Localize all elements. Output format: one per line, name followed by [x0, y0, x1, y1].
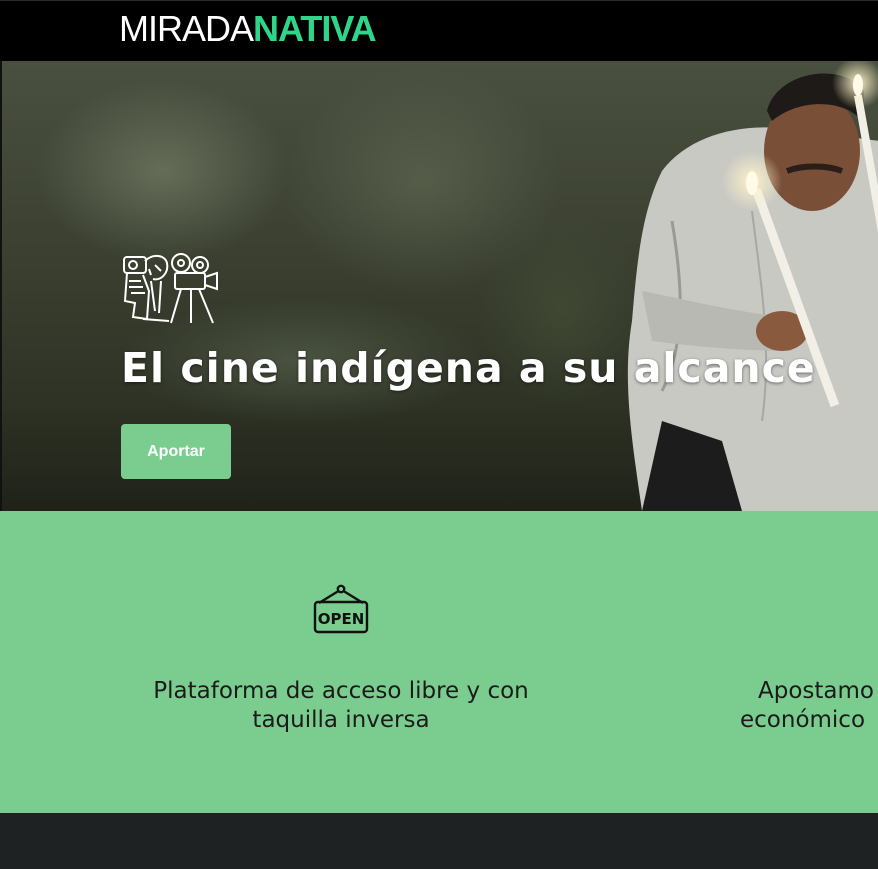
- feature-line: taquilla inversa: [252, 707, 430, 733]
- feature-line: económico: [740, 707, 866, 733]
- feature-support: Apostamo económico: [740, 511, 878, 813]
- hero-section: El cine indígena a su alcance Aportar: [0, 61, 878, 511]
- footer-section: [0, 813, 878, 869]
- feature-line: Apostamo: [758, 678, 874, 704]
- hero-content: El cine indígena a su alcance Aportar: [121, 61, 841, 511]
- site-logo[interactable]: MIRADANATIVA: [119, 8, 377, 49]
- logo-part-nativa: NATIVA: [253, 8, 377, 49]
- hero-title: El cine indígena a su alcance: [121, 344, 816, 392]
- features-section: OPEN Plataforma de acceso libre y con ta…: [0, 511, 878, 813]
- site-header: MIRADANATIVA: [0, 0, 878, 61]
- feature-text-open-access: Plataforma de acceso libre y con taquill…: [131, 677, 551, 735]
- camera-glyph-emblem-icon: [123, 253, 218, 324]
- aportar-button[interactable]: Aportar: [121, 424, 231, 479]
- feature-text-support: Apostamo económico: [740, 677, 878, 735]
- open-sign-icon: OPEN: [313, 584, 369, 634]
- feature-line: Plataforma de acceso libre y con: [153, 678, 529, 704]
- logo-part-mirada: MIRADA: [119, 8, 254, 49]
- feature-open-access: OPEN Plataforma de acceso libre y con ta…: [131, 511, 551, 813]
- svg-text:OPEN: OPEN: [318, 610, 365, 628]
